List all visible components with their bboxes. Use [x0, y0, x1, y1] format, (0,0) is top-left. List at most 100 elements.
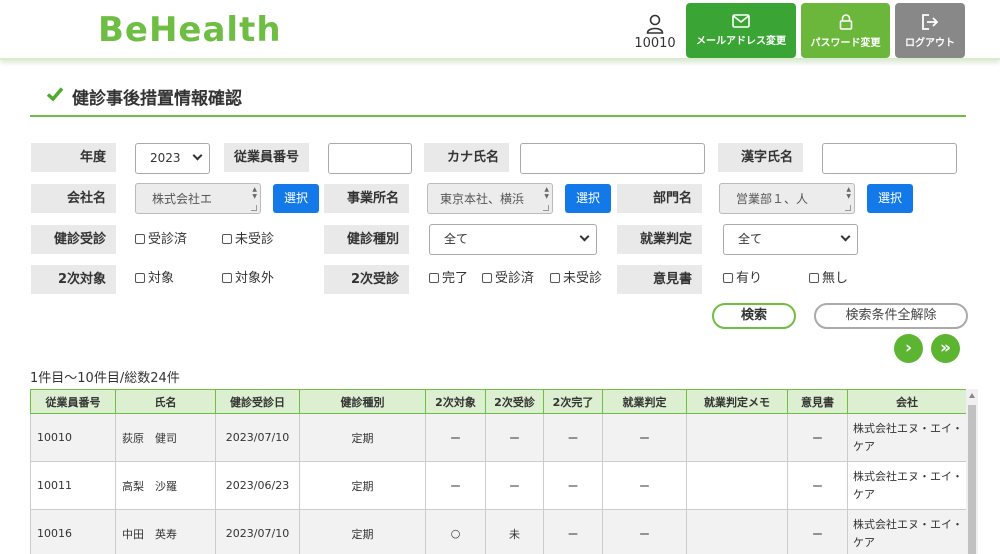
company-select-button[interactable]: 選択: [273, 184, 319, 213]
column-header[interactable]: 従業員番号: [30, 389, 116, 414]
checkbox-label: 有り: [736, 271, 763, 286]
second-complete-checkbox[interactable]: 完了: [429, 271, 468, 287]
app-header: BeHealth 10010 メールアドレス変更 パスワード変更 ログアウト: [0, 0, 1000, 60]
check-icon: [46, 87, 64, 102]
dept-value: 営業部１、人: [736, 192, 809, 206]
column-header[interactable]: 2次完了: [543, 389, 603, 414]
column-header[interactable]: 会社: [847, 389, 967, 414]
cell-name[interactable]: 中田 英寿: [115, 509, 216, 554]
cell-opinion: ー: [787, 461, 848, 510]
cell-emp-no: 10011: [30, 461, 116, 510]
cell-company: 株式会社エヌ・エイ・ ケア: [847, 461, 967, 510]
cell-type: 定期: [299, 413, 426, 462]
chevron-down-icon: [579, 231, 590, 242]
work-judge-select[interactable]: 全て: [723, 224, 858, 255]
user-info: 10010: [632, 14, 678, 51]
company-textarea[interactable]: 株式会社エ ▲ ▼: [135, 183, 261, 214]
dept-textarea[interactable]: 営業部１、人 ▲ ▼: [719, 183, 855, 214]
clear-conditions-button[interactable]: 検索条件全解除: [814, 303, 968, 329]
search-button[interactable]: 検索: [712, 303, 796, 329]
resize-grip-icon: [543, 205, 549, 211]
work-judge-value: 全て: [738, 232, 763, 246]
cell-second-target: ○: [425, 509, 486, 554]
opinion-no-checkbox[interactable]: 無し: [809, 271, 848, 287]
logout-button[interactable]: ログアウト: [895, 3, 965, 58]
table-row[interactable]: 10016 中田 英寿 2023/07/10 定期 ○ 未 ー ー ー 株式会社…: [30, 509, 967, 554]
checkup-type-value: 全て: [444, 232, 469, 246]
cell-judge: ー: [602, 461, 687, 510]
resize-grip-icon: [251, 205, 257, 211]
scroll-up-icon[interactable]: [969, 393, 975, 398]
second-target-label: 2次対象: [31, 265, 116, 294]
checkbox-label: 受診済: [495, 271, 535, 286]
result-count: 1件目〜10件目/総数24件: [30, 371, 180, 386]
cell-second-exam: ー: [485, 413, 544, 462]
user-icon: [646, 14, 664, 34]
column-header[interactable]: 健診受診日: [215, 389, 300, 414]
cell-name[interactable]: 高梨 沙羅: [115, 461, 216, 510]
cell-company: 株式会社エヌ・エイ・ ケア: [847, 509, 967, 554]
column-header[interactable]: 2次受診: [485, 389, 544, 414]
company-line-2: ケア: [853, 487, 875, 501]
emp-no-input[interactable]: [328, 143, 412, 174]
column-header[interactable]: 健診種別: [299, 389, 426, 414]
column-header[interactable]: 就業判定メモ: [686, 389, 788, 414]
second-done-checkbox[interactable]: 受診済: [482, 271, 534, 287]
change-email-label: メールアドレス変更: [696, 36, 786, 47]
next-page-icon[interactable]: ›: [894, 334, 923, 363]
scrollbar-thumb[interactable]: [968, 405, 976, 554]
checkbox-label: 未受診: [235, 232, 275, 247]
year-select[interactable]: 2023: [135, 143, 210, 174]
cell-name[interactable]: 荻原 健司: [115, 413, 216, 462]
column-header[interactable]: 就業判定: [602, 389, 687, 414]
work-judge-label: 就業判定: [617, 225, 702, 254]
opinion-yes-checkbox[interactable]: 有り: [723, 271, 762, 287]
office-textarea[interactable]: 東京本社、横浜 ▲ ▼: [427, 183, 553, 214]
cell-second-complete: ー: [543, 461, 603, 510]
kana-name-input[interactable]: [520, 143, 705, 174]
second-notdone-checkbox[interactable]: 未受診: [550, 271, 602, 287]
table-row[interactable]: 10011 高梨 沙羅 2023/06/23 定期 ー ー ー ー ー 株式会社…: [30, 461, 967, 510]
cell-judge: ー: [602, 509, 687, 554]
change-password-label: パスワード変更: [810, 38, 881, 49]
checkup-label: 健診受診: [31, 225, 116, 254]
dept-select-button[interactable]: 選択: [867, 184, 913, 213]
change-email-button[interactable]: メールアドレス変更: [686, 3, 796, 58]
column-header[interactable]: 2次対象: [425, 389, 486, 414]
table-row[interactable]: 10010 荻原 健司 2023/07/10 定期 ー ー ー ー ー 株式会社…: [30, 413, 967, 462]
cell-opinion: ー: [787, 509, 848, 554]
mail-icon: [732, 14, 750, 28]
second-target-checkbox[interactable]: 対象: [135, 271, 174, 287]
checkup-type-label: 健診種別: [324, 225, 409, 254]
spin-icon: ▲ ▼: [252, 186, 257, 200]
cell-second-complete: ー: [543, 509, 603, 554]
checkbox-label: 無し: [822, 271, 849, 286]
cell-judge-memo: [686, 509, 788, 554]
checkup-done-checkbox[interactable]: 受診済: [135, 232, 187, 248]
last-page-icon[interactable]: »: [931, 334, 960, 363]
emp-no-label: 従業員番号: [224, 143, 309, 172]
kanji-name-input[interactable]: [822, 143, 957, 174]
second-nontarget-checkbox[interactable]: 対象外: [222, 271, 274, 287]
company-line-1: 株式会社エヌ・エイ・: [853, 421, 963, 435]
cell-judge: ー: [602, 413, 687, 462]
table-header-row: 従業員番号 氏名 健診受診日 健診種別 2次対象 2次受診 2次完了 就業判定 …: [30, 389, 967, 414]
cell-company: 株式会社エヌ・エイ・ ケア: [847, 413, 967, 462]
change-password-button[interactable]: パスワード変更: [801, 3, 890, 58]
second-exam-label: 2次受診: [324, 265, 409, 294]
office-select-button[interactable]: 選択: [565, 184, 611, 213]
column-header[interactable]: 氏名: [115, 389, 216, 414]
cell-date: 2023/07/10: [215, 413, 300, 462]
brand-logo[interactable]: BeHealth: [98, 10, 282, 50]
checkup-notdone-checkbox[interactable]: 未受診: [222, 232, 274, 248]
checkup-type-select[interactable]: 全て: [429, 224, 597, 255]
kanji-name-label: 漢字氏名: [718, 143, 803, 172]
spin-icon: ▲ ▼: [544, 186, 549, 200]
cell-judge-memo: [686, 461, 788, 510]
company-label: 会社名: [31, 184, 116, 213]
logout-label: ログアウト: [905, 38, 955, 49]
checkbox-label: 完了: [442, 271, 469, 286]
cell-type: 定期: [299, 509, 426, 554]
column-header[interactable]: 意見書: [787, 389, 848, 414]
table-scrollbar[interactable]: [966, 389, 978, 554]
